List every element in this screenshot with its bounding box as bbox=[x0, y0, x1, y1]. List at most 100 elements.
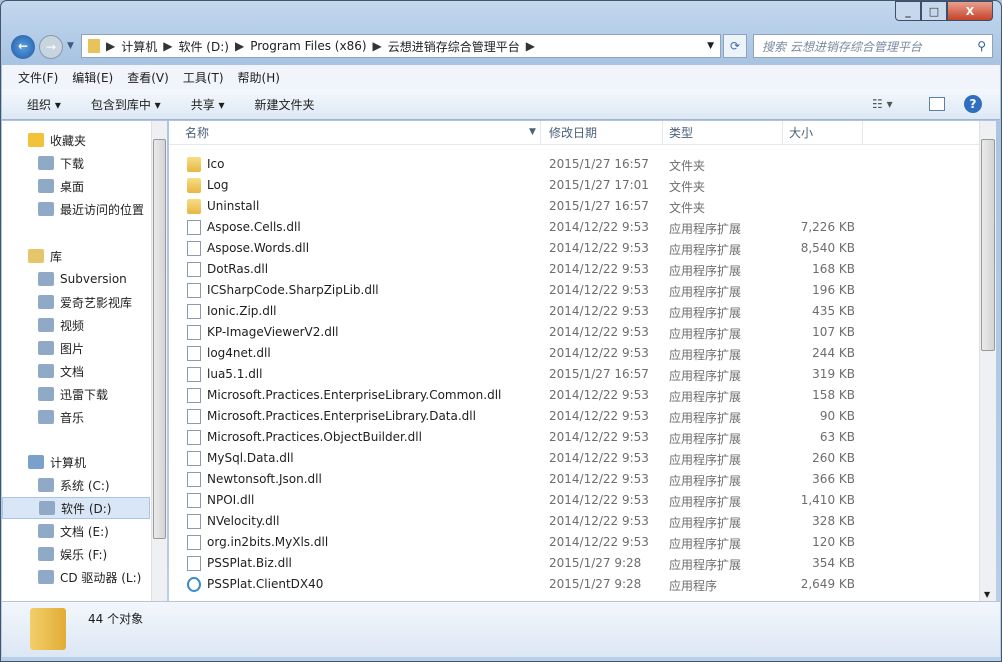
column-date[interactable]: 修改日期 bbox=[543, 121, 663, 145]
file-type: 应用程序扩展 bbox=[669, 558, 742, 572]
dll-icon bbox=[187, 514, 201, 529]
file-row[interactable]: Microsoft.Practices.ObjectBuilder.dll 20… bbox=[169, 427, 869, 448]
minimize-button[interactable]: _ bbox=[895, 1, 921, 21]
preview-pane-icon[interactable] bbox=[929, 97, 945, 111]
file-row[interactable]: lua5.1.dll 2015/1/27 16:57 应用程序扩展 319 KB bbox=[169, 364, 869, 385]
file-row[interactable]: PSSPlat.Biz.dll 2015/1/27 9:28 应用程序扩展 35… bbox=[169, 553, 869, 574]
file-date: 2014/12/22 9:53 bbox=[549, 304, 649, 318]
search-icon[interactable]: ⚲ bbox=[977, 39, 986, 53]
file-row[interactable]: org.in2bits.MyXls.dll 2014/12/22 9:53 应用… bbox=[169, 532, 869, 553]
nav-item[interactable]: 迅雷下载 bbox=[2, 383, 150, 405]
nav-item[interactable]: 文档 bbox=[2, 360, 150, 382]
nav-item[interactable]: 爱奇艺影视库 bbox=[2, 291, 150, 313]
column-name-dropdown-icon[interactable]: ▼ bbox=[529, 127, 536, 137]
nav-item[interactable]: 视频 bbox=[2, 314, 150, 336]
nav-item[interactable]: 图片 bbox=[2, 337, 150, 359]
file-row[interactable]: PSSPlat.ClientDX40 2015/1/27 9:28 应用程序 2… bbox=[169, 574, 869, 595]
file-row[interactable]: ICSharpCode.SharpZipLib.dll 2014/12/22 9… bbox=[169, 280, 869, 301]
file-size: 1,410 KB bbox=[800, 493, 855, 507]
file-row[interactable]: Log 2015/1/27 17:01 文件夹 bbox=[169, 175, 869, 196]
file-size: 7,226 KB bbox=[800, 220, 855, 234]
address-dropdown-icon[interactable]: ▼ bbox=[707, 41, 714, 51]
file-row[interactable]: Ionic.Zip.dll 2014/12/22 9:53 应用程序扩展 435… bbox=[169, 301, 869, 322]
nav-item[interactable]: Subversion bbox=[2, 268, 150, 290]
menu-tools[interactable]: 工具(T) bbox=[183, 69, 224, 86]
file-list-scrollbar[interactable]: ▼ bbox=[979, 121, 996, 601]
new-folder-button[interactable]: 新建文件夹 bbox=[255, 96, 315, 113]
nav-scrollbar[interactable] bbox=[151, 121, 167, 601]
nav-item[interactable]: 下载 bbox=[2, 152, 150, 174]
nav-group-label: 计算机 bbox=[50, 455, 87, 470]
forward-button[interactable]: → bbox=[39, 35, 63, 59]
scroll-down-arrow-icon[interactable]: ▼ bbox=[984, 590, 990, 599]
menu-file[interactable]: 文件(F) bbox=[18, 69, 58, 86]
file-date: 2015/1/27 9:28 bbox=[549, 556, 642, 570]
file-type: 文件夹 bbox=[669, 201, 706, 215]
dll-icon bbox=[187, 304, 201, 319]
file-row[interactable]: Uninstall 2015/1/27 16:57 文件夹 bbox=[169, 196, 869, 217]
breadcrumb-current[interactable]: 云想进销存综合管理平台 bbox=[388, 38, 520, 55]
file-row[interactable]: Ico 2015/1/27 16:57 文件夹 bbox=[169, 154, 869, 175]
share-button[interactable]: 共享 ▾ bbox=[191, 96, 225, 113]
breadcrumb-program-files[interactable]: Program Files (x86) bbox=[250, 39, 366, 53]
refresh-button[interactable]: ⟳ bbox=[723, 34, 747, 58]
nav-item[interactable]: 软件 (D:) bbox=[2, 497, 150, 519]
search-input[interactable]: 搜索 云想进销存综合管理平台 ⚲ bbox=[753, 34, 993, 58]
file-type: 应用程序扩展 bbox=[669, 474, 742, 488]
file-size: 196 KB bbox=[812, 283, 855, 297]
recent-pages-dropdown[interactable]: ▼ bbox=[67, 41, 74, 51]
breadcrumb-computer[interactable]: 计算机 bbox=[121, 38, 157, 55]
file-type: 应用程序扩展 bbox=[669, 411, 742, 425]
file-date: 2014/12/22 9:53 bbox=[549, 493, 649, 507]
breadcrumb-drive[interactable]: 软件 (D:) bbox=[178, 38, 228, 55]
view-options-icon[interactable]: ☷ ▾ bbox=[872, 97, 893, 111]
nav-item[interactable]: 音乐 bbox=[2, 406, 150, 428]
nav-item[interactable]: 系统 (C:) bbox=[2, 474, 150, 496]
file-row[interactable]: Newtonsoft.Json.dll 2014/12/22 9:53 应用程序… bbox=[169, 469, 869, 490]
file-row[interactable]: NPOI.dll 2014/12/22 9:53 应用程序扩展 1,410 KB bbox=[169, 490, 869, 511]
file-type: 应用程序扩展 bbox=[669, 369, 742, 383]
file-name: NPOI.dll bbox=[207, 493, 255, 507]
nav-item-label: 文档 bbox=[60, 364, 85, 379]
back-button[interactable]: ← bbox=[11, 35, 35, 59]
file-row[interactable]: Aspose.Cells.dll 2014/12/22 9:53 应用程序扩展 … bbox=[169, 217, 869, 238]
help-icon[interactable]: ? bbox=[964, 95, 982, 113]
file-date: 2014/12/22 9:53 bbox=[549, 409, 649, 423]
column-name[interactable]: 名称 bbox=[179, 121, 541, 145]
maximize-button[interactable]: □ bbox=[921, 1, 947, 21]
nav-item-icon bbox=[38, 410, 54, 424]
include-in-library-button[interactable]: 包含到库中 ▾ bbox=[91, 96, 161, 113]
explorer-window: _ □ X ← → ▼ ▶ 计算机 ▶ 软件 (D:) ▶ Program Fi… bbox=[0, 0, 1002, 662]
column-size[interactable]: 大小 bbox=[783, 121, 863, 145]
nav-group-computer[interactable]: 计算机 bbox=[2, 451, 150, 473]
nav-group-libraries[interactable]: 库 bbox=[2, 245, 150, 267]
file-date: 2014/12/22 9:53 bbox=[549, 514, 649, 528]
close-button[interactable]: X bbox=[947, 1, 993, 21]
menu-help[interactable]: 帮助(H) bbox=[238, 69, 280, 86]
menu-view[interactable]: 查看(V) bbox=[127, 69, 169, 86]
column-type[interactable]: 类型 bbox=[663, 121, 783, 145]
file-row[interactable]: Microsoft.Practices.EnterpriseLibrary.Da… bbox=[169, 406, 869, 427]
address-bar[interactable]: ▶ 计算机 ▶ 软件 (D:) ▶ Program Files (x86) ▶ … bbox=[81, 34, 721, 58]
file-type: 应用程序扩展 bbox=[669, 432, 742, 446]
nav-item-icon bbox=[38, 341, 54, 355]
file-row[interactable]: NVelocity.dll 2014/12/22 9:53 应用程序扩展 328… bbox=[169, 511, 869, 532]
menu-edit[interactable]: 编辑(E) bbox=[72, 69, 113, 86]
nav-item[interactable]: CD 驱动器 (L:) bbox=[2, 566, 150, 588]
file-row[interactable]: Microsoft.Practices.EnterpriseLibrary.Co… bbox=[169, 385, 869, 406]
file-row[interactable]: log4net.dll 2014/12/22 9:53 应用程序扩展 244 K… bbox=[169, 343, 869, 364]
file-name: Microsoft.Practices.EnterpriseLibrary.Co… bbox=[207, 388, 502, 402]
nav-group-favorites[interactable]: 收藏夹 bbox=[2, 129, 150, 151]
file-date: 2015/1/27 17:01 bbox=[549, 178, 649, 192]
nav-item[interactable]: 娱乐 (F:) bbox=[2, 543, 150, 565]
nav-item[interactable]: 桌面 bbox=[2, 175, 150, 197]
file-row[interactable]: Aspose.Words.dll 2014/12/22 9:53 应用程序扩展 … bbox=[169, 238, 869, 259]
file-row[interactable]: DotRas.dll 2014/12/22 9:53 应用程序扩展 168 KB bbox=[169, 259, 869, 280]
nav-item[interactable]: 最近访问的位置 bbox=[2, 198, 150, 220]
nav-item-icon bbox=[38, 156, 54, 170]
chevron-right-icon: ▶ bbox=[106, 39, 116, 53]
file-row[interactable]: KP-ImageViewerV2.dll 2014/12/22 9:53 应用程… bbox=[169, 322, 869, 343]
file-row[interactable]: MySql.Data.dll 2014/12/22 9:53 应用程序扩展 26… bbox=[169, 448, 869, 469]
organize-button[interactable]: 组织 ▾ bbox=[27, 96, 61, 113]
nav-item[interactable]: 文档 (E:) bbox=[2, 520, 150, 542]
